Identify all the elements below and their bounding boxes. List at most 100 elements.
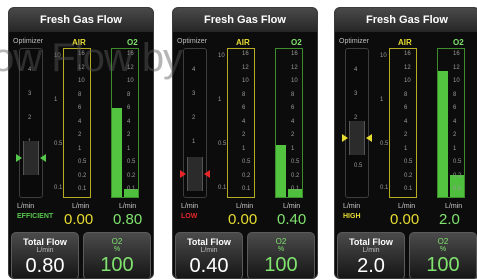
fresh-gas-flow-panel: Fresh Gas Flow Optimizer AIR O2 43210.5 … — [334, 7, 477, 279]
optimizer-tick-label: 2 — [192, 115, 196, 121]
o2-tick-label: 0.5 — [453, 159, 462, 165]
total-flow-unit: L/min — [362, 247, 380, 254]
air-tick-label: 10 — [218, 53, 225, 59]
o2-tick-label: 12 — [453, 64, 460, 71]
optimizer-right-marker-icon — [40, 154, 46, 162]
efficiency-status: LOW — [181, 213, 198, 220]
air-tick-label: 0.5 — [380, 141, 389, 147]
o2-tick-label: 12 — [291, 64, 298, 71]
o2-tick-label: 2 — [291, 132, 295, 138]
optimizer-left-marker-icon — [342, 134, 348, 142]
o2-unit-label: L/min — [119, 203, 137, 210]
o2-tick-label: 6 — [291, 105, 295, 111]
air-scale-tick-label: 10 — [242, 78, 249, 84]
panel-title: Fresh Gas Flow — [335, 8, 477, 32]
air-scale-tick-label: 1 — [242, 145, 246, 152]
o2-unit-label: L/min — [283, 203, 301, 210]
o2-tick-label: 10 — [291, 78, 298, 84]
o2-percent-unit: % — [439, 246, 447, 253]
air-flow-scale: 10 1 0.5 0.1 16 12 10 8 6 4 2 1 0.5 0.2 0.1 — [380, 48, 417, 198]
o2-tick-label: 0.1 — [453, 186, 462, 192]
o2-label: O2 — [291, 38, 302, 47]
air-scale-tick-label: 16 — [404, 51, 411, 57]
total-flow-label: Total Flow — [187, 237, 231, 247]
optimizer-indicator-band — [23, 141, 39, 175]
o2-tick-label: 16 — [127, 51, 134, 57]
o2-percent-button[interactable]: O2 % 100 — [247, 232, 315, 278]
optimizer-tick-label: 4 — [354, 67, 358, 73]
air-unit-label: L/min — [398, 203, 416, 210]
optimizer-gauge: 43210.5 — [16, 48, 46, 198]
air-scale-tick-label: 8 — [404, 91, 408, 98]
air-scale-tick-label: 2 — [78, 132, 82, 138]
optimizer-label: Optimizer — [177, 38, 207, 45]
air-scale-tick-label: 12 — [404, 64, 411, 71]
total-flow-button[interactable]: Total Flow L/min 0.80 — [11, 232, 79, 278]
air-scale-tick-label: 4 — [404, 118, 408, 125]
o2-percent-unit: % — [277, 246, 285, 253]
optimizer-gauge: 43210.5 — [342, 48, 372, 198]
optimizer-tick-label: 4 — [192, 67, 196, 73]
air-unit-label: L/min — [236, 203, 254, 210]
air-tick-label: 10 — [380, 53, 387, 59]
o2-tick-label: 16 — [453, 51, 460, 57]
air-scale-tick-label: 1 — [404, 145, 408, 152]
optimizer-unit-label: L/min — [343, 203, 361, 210]
total-flow-unit: L/min — [200, 247, 218, 254]
o2-percent-unit: % — [113, 246, 121, 253]
air-scale-tick-label: 0.1 — [78, 186, 87, 192]
o2-flow-scale: 16 12 10 8 6 4 2 1 0.5 0.2 0.1 — [111, 48, 139, 198]
air-scale-tick-label: 8 — [242, 91, 246, 98]
air-flow-scale: 10 1 0.5 0.1 16 12 10 8 6 4 2 1 0.5 0.2 0.1 — [54, 48, 91, 198]
o2-tick-label: 6 — [453, 105, 457, 111]
o2-percent-button[interactable]: O2 % 100 — [409, 232, 477, 278]
air-unit-label: L/min — [72, 203, 90, 210]
o2-tick-label: 0.1 — [127, 186, 136, 192]
o2-tick-label: 0.2 — [127, 172, 136, 179]
o2-percent-label: O2 — [111, 237, 123, 246]
o2-flow-bar — [438, 71, 448, 197]
air-scale-tick-label: 4 — [78, 118, 82, 125]
air-label: AIR — [398, 38, 412, 47]
air-tick-label: 0.1 — [218, 185, 227, 191]
o2-percent-value: 100 — [264, 254, 298, 276]
air-scale-tick-label: 0.2 — [404, 172, 413, 179]
optimizer-tick-label: 3 — [354, 91, 358, 97]
o2-tick-label: 10 — [127, 78, 134, 84]
air-scale-tick-label: 2 — [242, 132, 246, 138]
optimizer-tick-label: 0.5 — [354, 163, 363, 169]
o2-percent-button[interactable]: O2 % 100 — [83, 232, 151, 278]
air-scale-tick-label: 6 — [404, 105, 408, 111]
air-tick-label: 0.5 — [218, 141, 227, 147]
o2-label: O2 — [453, 38, 464, 47]
o2-flow-bar — [276, 145, 286, 197]
air-flow-value: 0.00 — [64, 211, 94, 228]
optimizer-gauge: 43210.5 — [180, 48, 210, 198]
o2-flow-bar — [112, 108, 122, 197]
o2-tick-label: 0.1 — [291, 186, 300, 192]
o2-tick-label: 8 — [453, 91, 457, 98]
total-flow-button[interactable]: Total Flow L/min 2.0 — [337, 232, 405, 278]
total-flow-label: Total Flow — [349, 237, 393, 247]
total-flow-value: 0.40 — [189, 255, 229, 277]
o2-tick-label: 4 — [291, 118, 295, 125]
fresh-gas-flow-panel: Fresh Gas Flow Optimizer AIR O2 43210.5 … — [172, 7, 318, 279]
air-tick-label: 1 — [380, 97, 384, 103]
o2-tick-label: 1 — [291, 145, 295, 152]
o2-label: O2 — [127, 38, 138, 47]
air-label: AIR — [236, 38, 250, 47]
optimizer-tick-label: 2 — [28, 115, 32, 121]
total-flow-button[interactable]: Total Flow L/min 0.40 — [175, 232, 243, 278]
air-scale-tick-label: 0.1 — [404, 186, 413, 192]
air-scale-tick-label: 0.2 — [242, 172, 251, 179]
air-scale-tick-label: 0.5 — [78, 159, 87, 165]
total-flow-unit: L/min — [36, 247, 54, 254]
total-flow-value: 0.80 — [25, 255, 65, 277]
air-scale-tick-label: 0.5 — [404, 159, 413, 165]
air-scale-tick-label: 12 — [242, 64, 249, 71]
o2-tick-label: 4 — [127, 118, 131, 125]
optimizer-tick-label: 3 — [192, 91, 196, 97]
air-scale-tick-label: 0.2 — [78, 172, 87, 179]
air-scale-tick-label: 2 — [404, 132, 408, 138]
air-scale-tick-label: 10 — [404, 78, 411, 84]
